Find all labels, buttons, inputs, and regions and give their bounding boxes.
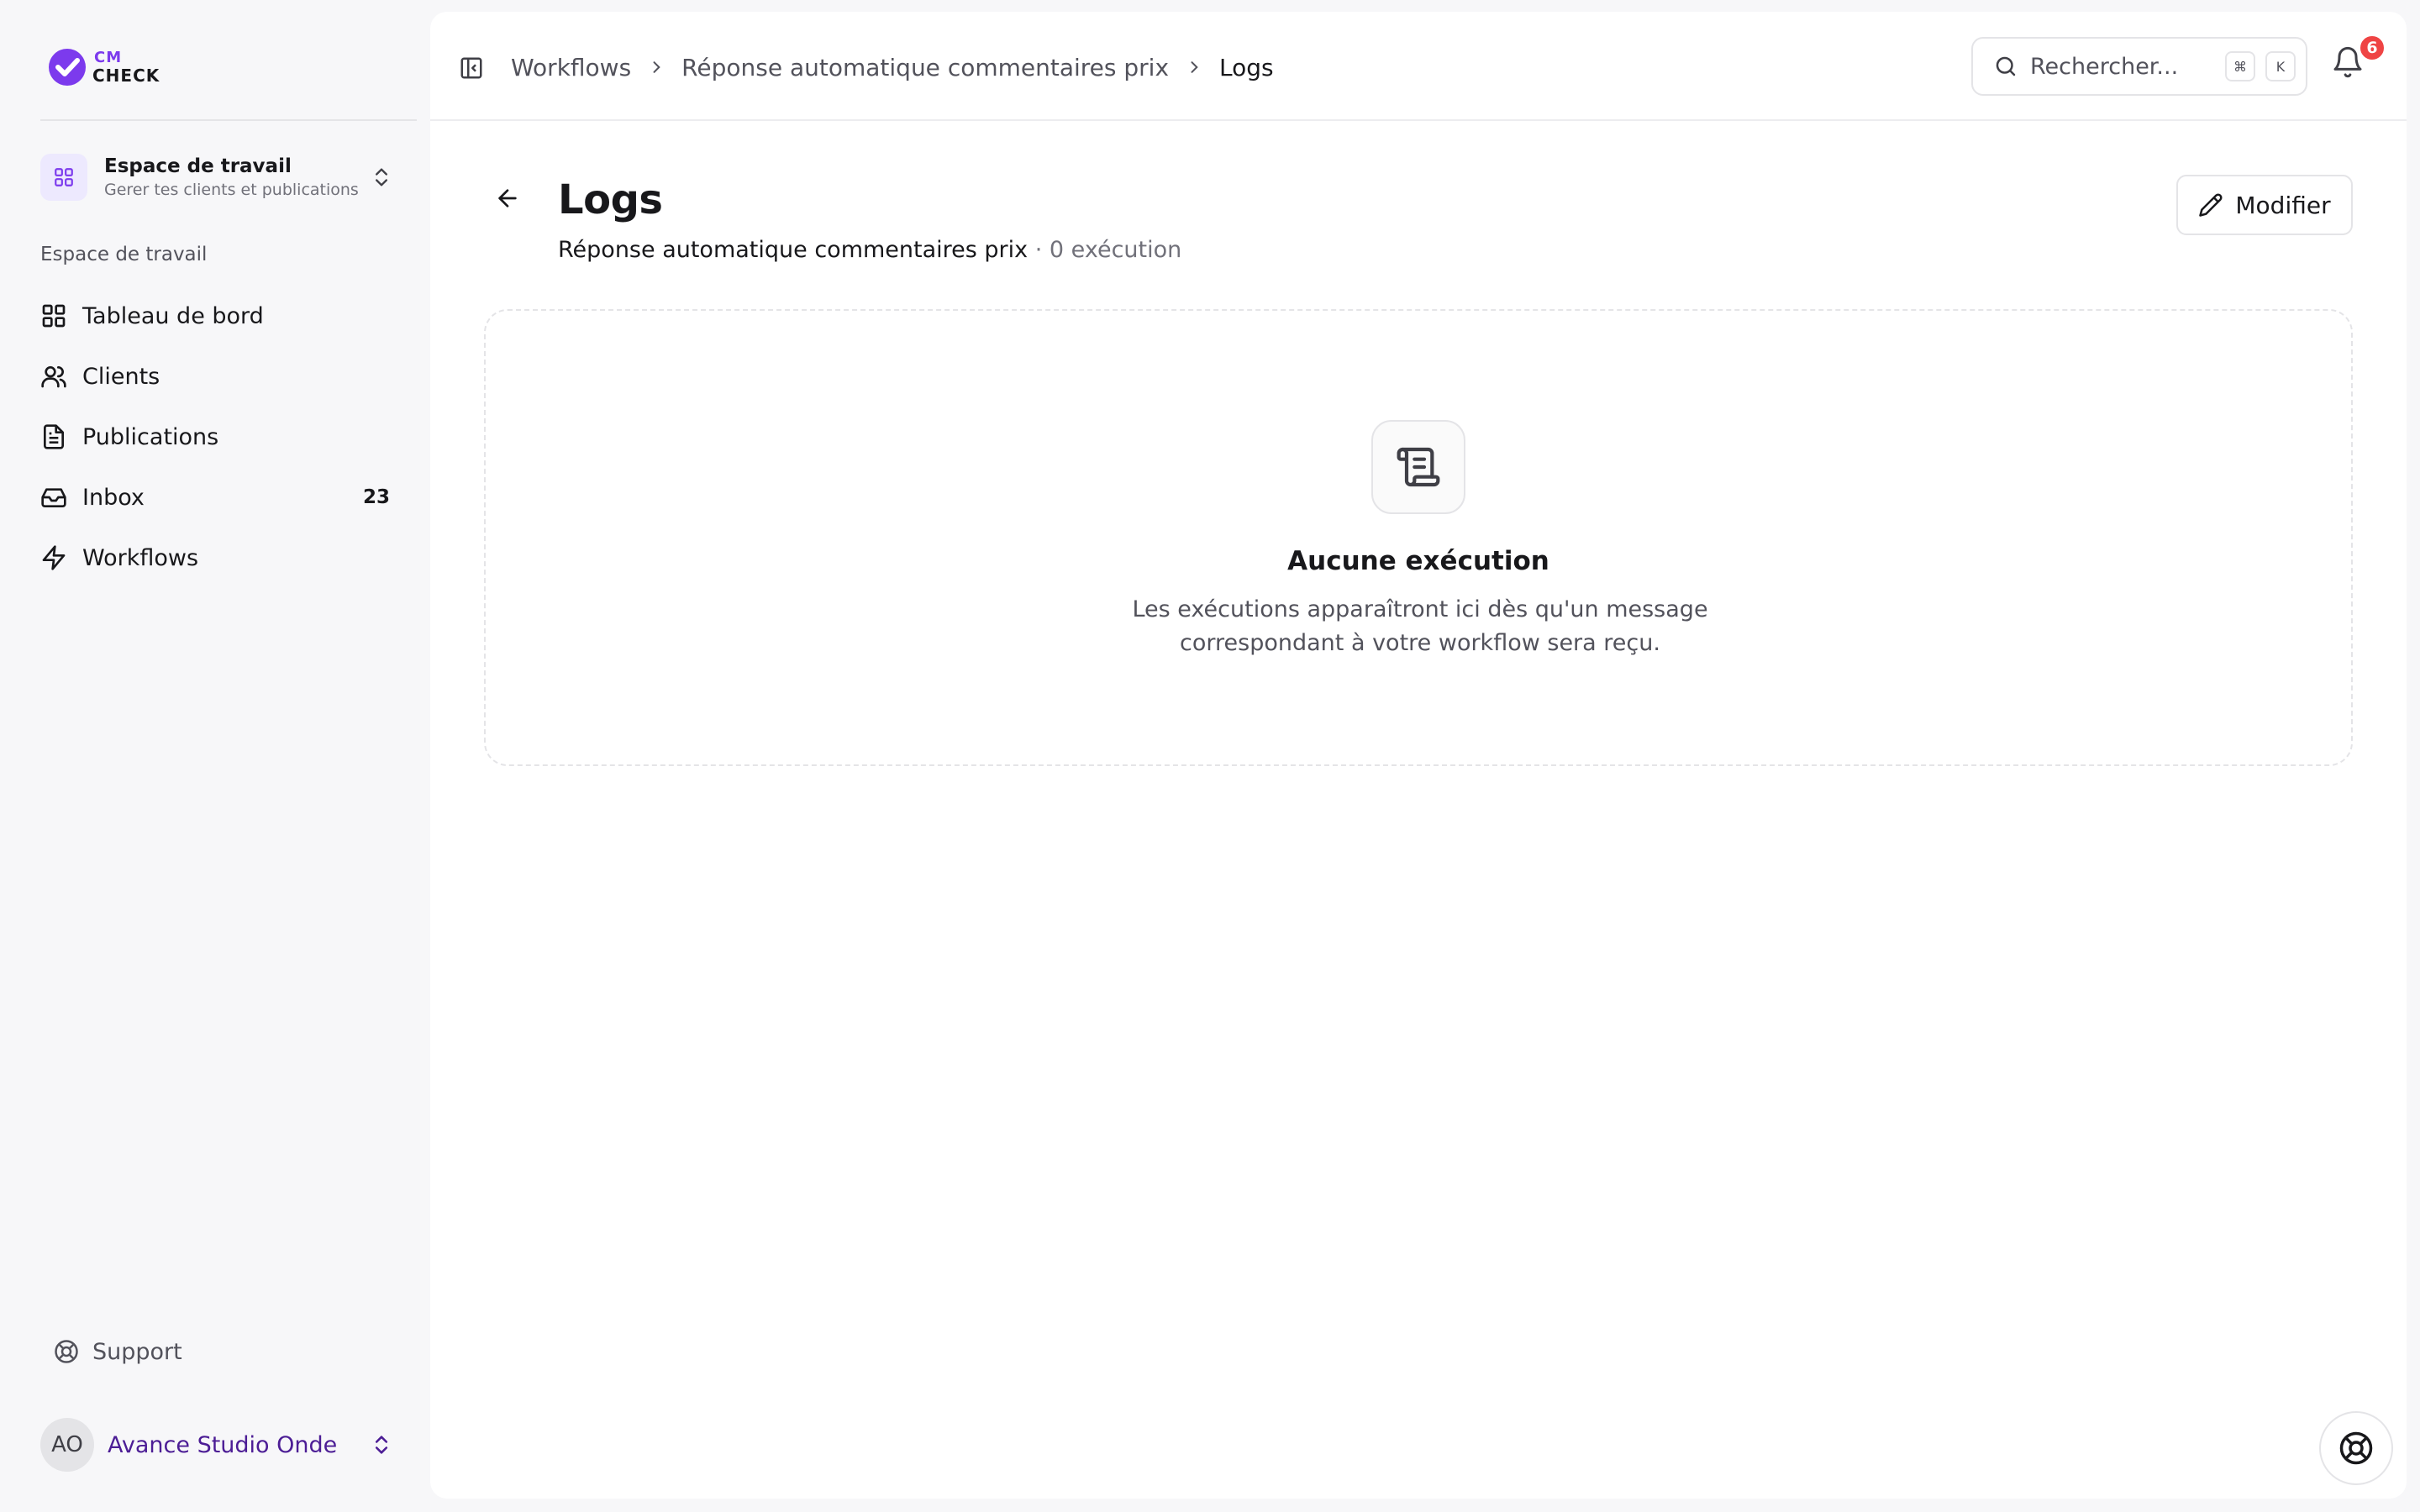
support-link[interactable]: Support — [54, 1331, 182, 1373]
sidebar-item-dashboard[interactable]: Tableau de bord — [39, 286, 400, 346]
sidebar-item-label: Tableau de bord — [82, 302, 264, 329]
help-button[interactable] — [2319, 1411, 2393, 1485]
empty-state-title: Aucune exécution — [1287, 546, 1549, 576]
workflow-name: Réponse automatique commentaires prix — [558, 237, 1028, 263]
page-title: Logs — [558, 176, 663, 223]
notification-count-badge: 6 — [2358, 34, 2386, 62]
logo-line2: CHECK — [92, 66, 160, 86]
life-buoy-icon — [54, 1339, 79, 1364]
execution-count: · 0 exécution — [1034, 237, 1182, 263]
chevron-right-icon — [648, 59, 665, 76]
logo-check-icon — [47, 47, 87, 87]
search-input[interactable]: Rechercher... ⌘ K — [1971, 37, 2307, 96]
sidebar-nav: Tableau de bord Clients Publications Inb… — [39, 286, 400, 588]
search-icon — [1993, 54, 2018, 79]
inbox-icon — [40, 484, 67, 511]
support-label: Support — [92, 1338, 182, 1365]
sidebar-item-label: Publications — [82, 423, 219, 450]
breadcrumb-workflow-name[interactable]: Réponse automatique commentaires prix — [681, 54, 1169, 81]
scroll-text-icon — [1371, 420, 1465, 514]
chevrons-up-down-icon — [370, 165, 393, 189]
edit-button-label: Modifier — [2235, 191, 2331, 219]
chevrons-up-down-icon — [370, 1433, 393, 1457]
users-icon — [40, 363, 67, 390]
logo-line1: CM — [94, 49, 123, 66]
logo-wordmark: CM CHECK — [92, 49, 160, 86]
grid-icon — [40, 154, 87, 201]
workspace-text: Espace de travail Gerer tes clients et p… — [104, 155, 363, 199]
app-logo[interactable]: CM CHECK — [47, 44, 160, 91]
shortcut-k-key: K — [2265, 51, 2296, 81]
life-buoy-icon — [2338, 1431, 2374, 1466]
sidebar-item-label: Workflows — [82, 544, 199, 571]
user-name: Avance Studio Onde — [108, 1431, 338, 1458]
dashboard-icon — [40, 302, 67, 329]
back-arrow-icon[interactable] — [494, 185, 521, 212]
shortcut-mod-key: ⌘ — [2225, 51, 2255, 81]
chevron-right-icon — [1186, 59, 1202, 76]
user-menu[interactable]: AO Avance Studio Onde — [40, 1418, 393, 1472]
sidebar-item-inbox[interactable]: Inbox 23 — [39, 467, 400, 528]
sidebar-toggle-icon[interactable] — [459, 55, 484, 81]
sidebar-item-label: Clients — [82, 363, 160, 390]
sidebar-divider — [40, 119, 417, 121]
breadcrumb: Workflows Réponse automatique commentair… — [511, 50, 1274, 84]
sidebar: CM CHECK Espace de travail Gerer tes cli… — [0, 0, 430, 1512]
file-text-icon — [40, 423, 67, 450]
empty-state-card: Aucune exécution Les exécutions apparaît… — [484, 309, 2353, 766]
empty-state-description: Les exécutions apparaîtront ici dès qu'u… — [1132, 596, 1708, 656]
breadcrumb-current: Logs — [1219, 53, 1274, 81]
breadcrumb-workflows[interactable]: Workflows — [511, 54, 631, 81]
avatar: AO — [40, 1418, 94, 1472]
sidebar-item-publications[interactable]: Publications — [39, 407, 400, 467]
search-placeholder: Rechercher... — [2030, 53, 2179, 80]
sidebar-item-clients[interactable]: Clients — [39, 346, 400, 407]
inbox-count-badge: 23 — [362, 486, 390, 508]
workspace-subtitle: Gerer tes clients et publications — [104, 181, 359, 199]
sidebar-section-label: Espace de travail — [40, 244, 208, 265]
top-bar: Workflows Réponse automatique commentair… — [430, 12, 2407, 121]
sidebar-item-workflows[interactable]: Workflows — [39, 528, 400, 588]
edit-button[interactable]: Modifier — [2176, 175, 2353, 235]
workspace-name: Espace de travail — [104, 155, 292, 177]
main-panel: Workflows Réponse automatique commentair… — [430, 12, 2407, 1499]
page-subtitle: Réponse automatique commentaires prix · … — [558, 237, 1181, 263]
sidebar-item-label: Inbox — [82, 484, 145, 511]
pencil-icon — [2198, 192, 2223, 218]
zap-icon — [40, 544, 67, 571]
workspace-switcher[interactable]: Espace de travail Gerer tes clients et p… — [40, 148, 393, 207]
